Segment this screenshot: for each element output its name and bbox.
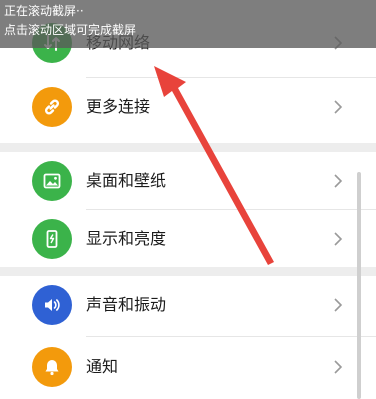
display-icon: [32, 219, 72, 259]
scrollbar[interactable]: [357, 172, 361, 399]
link-icon: [32, 87, 72, 127]
chevron-right-icon: [334, 100, 343, 114]
chevron-right-icon: [334, 232, 343, 246]
settings-item-wallpaper[interactable]: 桌面和壁纸: [0, 152, 376, 210]
settings-item-more-connections[interactable]: 更多连接: [0, 78, 376, 136]
sound-icon: [32, 285, 72, 325]
chevron-right-icon: [334, 360, 343, 374]
settings-item-label: 通知: [86, 357, 119, 376]
banner-title: 正在滚动截屏··: [4, 4, 84, 18]
settings-item-label: 显示和亮度: [86, 229, 167, 248]
settings-group-display: 桌面和壁纸 显示和亮度: [0, 152, 376, 267]
banner-hint: 点击滚动区域可完成截屏: [4, 23, 137, 37]
settings-item-display-brightness[interactable]: 显示和亮度: [0, 210, 376, 268]
settings-item-label: 桌面和壁纸: [86, 171, 167, 190]
bell-icon: [32, 347, 72, 387]
divider: [86, 336, 376, 337]
chevron-right-icon: [334, 298, 343, 312]
settings-group-sound-notifications: 声音和振动 通知: [0, 276, 376, 399]
settings-item-label: 声音和振动: [86, 295, 167, 314]
scroll-screenshot-banner[interactable]: 正在滚动截屏·· 点击滚动区域可完成截屏: [0, 0, 376, 48]
wallpaper-icon: [32, 161, 72, 201]
settings-item-notifications[interactable]: 通知: [0, 338, 376, 396]
settings-item-sound-vibration[interactable]: 声音和振动: [0, 276, 376, 334]
chevron-right-icon: [334, 174, 343, 188]
settings-item-label: 更多连接: [86, 97, 151, 116]
